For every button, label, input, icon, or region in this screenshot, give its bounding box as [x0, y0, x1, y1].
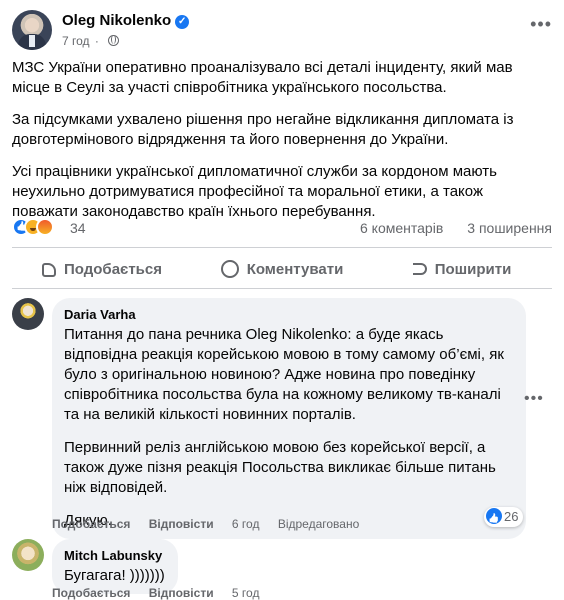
comment-label: Коментувати	[246, 260, 344, 278]
meta-separator: ·	[94, 34, 99, 48]
more-options-icon[interactable]: •••	[530, 14, 552, 35]
post-actions: Подобається Коментувати Поширити	[12, 252, 552, 286]
post-paragraph: Усі працівники української дипломатичної…	[12, 163, 497, 220]
comment-like-button[interactable]: Подобається	[52, 517, 130, 531]
comment-reactions-count: 26	[504, 509, 519, 524]
comment-reply-button[interactable]: Відповісти	[149, 586, 214, 600]
comment-like-button[interactable]: Подобається	[52, 586, 130, 600]
shares-count[interactable]: 3 поширення	[467, 220, 552, 236]
comment-text: Питання до пана речника Oleg Nikolenko: …	[64, 325, 514, 531]
divider	[12, 288, 552, 289]
comment-actions: Подобається Відповісти 5 год	[52, 586, 274, 600]
post-paragraph: За підсумками ухвалено рішення про негай…	[12, 111, 514, 148]
comment-time[interactable]: 6 год	[232, 517, 260, 531]
commenter-avatar[interactable]	[12, 539, 44, 571]
thumbs-up-icon	[42, 263, 56, 277]
author-name[interactable]: Oleg Nikolenko	[62, 12, 171, 29]
commenter-name[interactable]: Daria Varha	[64, 306, 514, 323]
share-button[interactable]: Поширити	[372, 252, 552, 286]
post-header: Oleg Nikolenko ✓ 7 год · •••	[12, 10, 552, 54]
comments-count[interactable]: 6 коментарів	[360, 220, 443, 236]
angry-reaction-icon	[36, 218, 54, 237]
comment-paragraph: Первинний реліз англійською мовою без ко…	[64, 439, 496, 496]
comment-bubble-icon	[220, 260, 239, 278]
comment-time[interactable]: 5 год	[232, 586, 260, 600]
like-label: Подобається	[64, 260, 162, 278]
like-button[interactable]: Подобається	[12, 252, 192, 286]
comment-actions: Подобається Відповісти 6 год Відредагова…	[52, 517, 374, 531]
commenter-avatar[interactable]	[12, 298, 44, 330]
share-arrow-icon	[412, 263, 427, 275]
comment-edited: Відредаговано	[277, 517, 360, 531]
post-text: МЗС України оперативно проаналізувало вс…	[12, 58, 552, 234]
comment-more-icon[interactable]: •••	[524, 390, 544, 408]
share-label: Поширити	[434, 260, 512, 278]
comment-reactions[interactable]: 26	[484, 507, 524, 527]
post-time[interactable]: 7 год	[62, 34, 90, 48]
reactions-count[interactable]: 34	[70, 220, 86, 236]
comment-text: Бугагага! )))))))	[64, 567, 165, 584]
comment-button[interactable]: Коментувати	[192, 252, 372, 286]
post-paragraph: МЗС України оперативно проаналізувало вс…	[12, 59, 513, 96]
commenter-name[interactable]: Mitch Labunsky	[64, 547, 166, 564]
reaction-icons[interactable]	[12, 218, 54, 238]
globe-icon	[108, 35, 120, 46]
divider	[12, 247, 552, 248]
verified-icon: ✓	[175, 15, 190, 29]
author-avatar[interactable]	[12, 10, 52, 50]
comment-paragraph: Питання до пана речника Oleg Nikolenko: …	[64, 326, 504, 423]
like-reaction-icon	[486, 508, 502, 524]
author-name-row: Oleg Nikolenko ✓	[62, 12, 190, 29]
post-meta: 7 год ·	[62, 34, 120, 48]
reactions-summary: 34 6 коментарів 3 поширення	[12, 218, 552, 240]
comment-reply-button[interactable]: Відповісти	[149, 517, 214, 531]
comment-bubble: Daria Varha Питання до пана речника Oleg…	[52, 298, 526, 539]
